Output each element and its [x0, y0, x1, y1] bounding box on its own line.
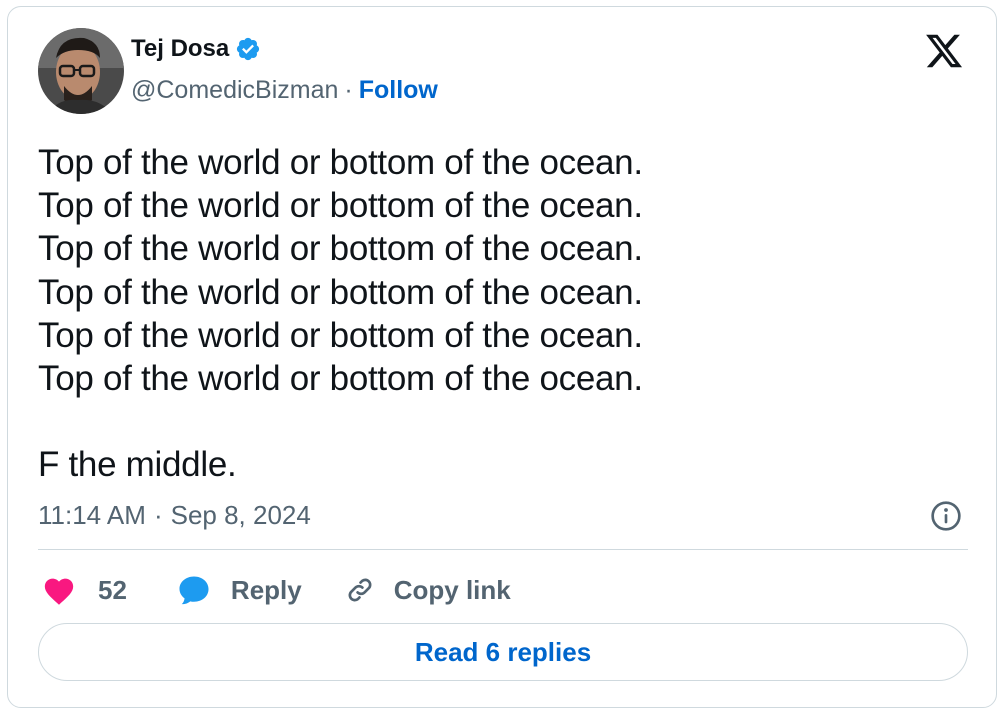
- author-name[interactable]: Tej Dosa: [131, 35, 229, 63]
- read-replies-label: Read 6 replies: [414, 636, 592, 667]
- read-replies-button[interactable]: Read 6 replies: [38, 623, 968, 681]
- avatar-image: [38, 28, 124, 114]
- reply-label: Reply: [230, 574, 302, 605]
- tweet-date[interactable]: Sep 8, 2024: [171, 500, 311, 531]
- link-icon: [348, 578, 372, 602]
- action-bar: 52 Reply Copy link: [42, 570, 511, 610]
- tweet-line: Top of the world or bottom of the ocean.: [38, 186, 643, 226]
- reply-button[interactable]: Reply: [177, 573, 302, 607]
- tweet-line: Top of the world or bottom of the ocean.: [38, 143, 643, 182]
- timestamp-separator: ·: [153, 500, 163, 530]
- tweet-line: Top of the world or bottom of the ocean.: [38, 359, 643, 399]
- like-button[interactable]: 52: [42, 574, 127, 606]
- tweet-card: Tej Dosa @ComedicBizman · Follow Top of …: [7, 6, 997, 708]
- divider: [38, 549, 968, 550]
- speech-bubble-icon: [179, 576, 209, 605]
- tweet-time[interactable]: 11:14 AM: [38, 500, 146, 531]
- follow-button[interactable]: Follow: [359, 76, 438, 105]
- handle-separator: ·: [344, 76, 353, 104]
- x-logo-icon[interactable]: [924, 31, 964, 71]
- author-name-row[interactable]: Tej Dosa: [131, 35, 261, 63]
- tweet-timestamp[interactable]: 11:14 AM · Sep 8, 2024: [38, 500, 311, 531]
- like-count: 52: [98, 574, 127, 605]
- tweet-closing-line: F the middle.: [38, 445, 237, 485]
- copy-link-button[interactable]: Copy link: [344, 574, 511, 606]
- heart-icon: [44, 578, 74, 605]
- author-handle-row: @ComedicBizman · Follow: [131, 76, 438, 105]
- copy-link-label: Copy link: [393, 574, 511, 605]
- tweet-line: Top of the world or bottom of the ocean.: [38, 272, 643, 312]
- verified-badge-icon: [237, 37, 260, 61]
- tweet-text: Top of the world or bottom of the ocean.…: [38, 141, 643, 487]
- author-handle[interactable]: @ComedicBizman: [131, 76, 338, 105]
- tweet-line: Top of the world or bottom of the ocean.: [38, 229, 643, 269]
- avatar[interactable]: [38, 28, 124, 114]
- info-icon[interactable]: [930, 500, 962, 532]
- tweet-line: Top of the world or bottom of the ocean.: [38, 315, 643, 355]
